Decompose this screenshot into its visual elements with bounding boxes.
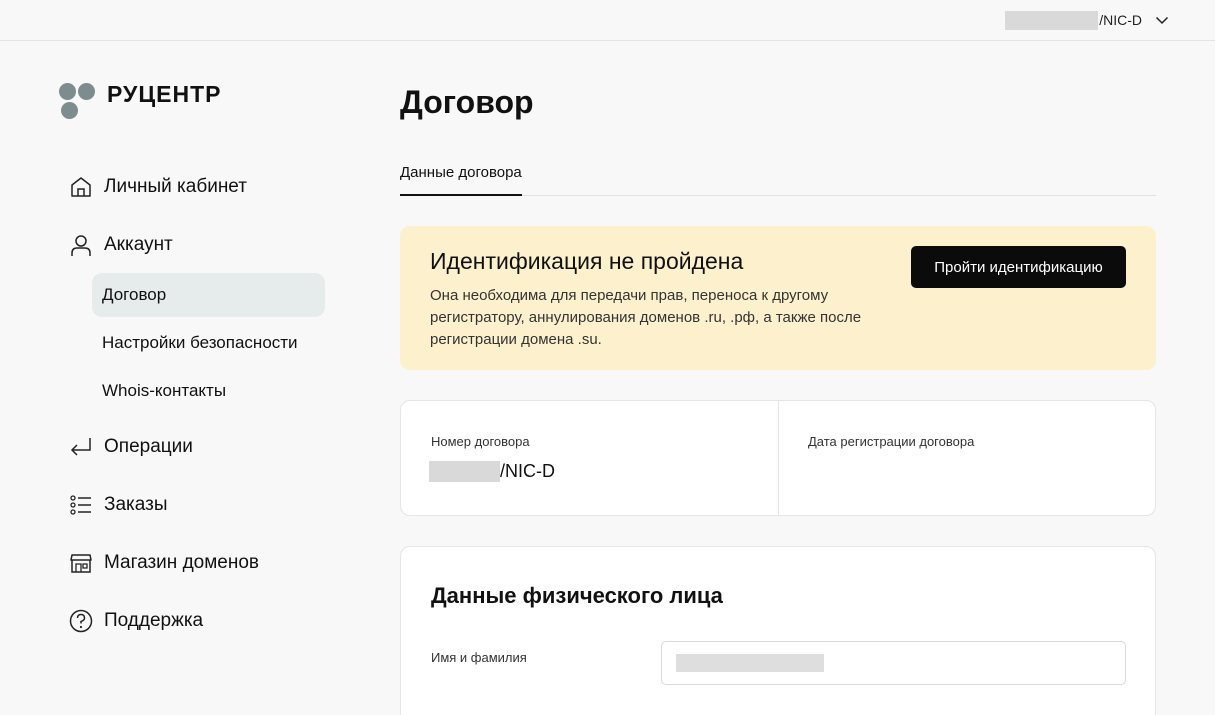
personal-data-card: Данные физического лица Имя и фамилия: [400, 546, 1156, 715]
name-field[interactable]: [661, 641, 1126, 685]
contract-date-label: Дата регистрации договора: [808, 434, 975, 449]
identification-alert: Идентификация не пройдена Она необходима…: [400, 226, 1156, 370]
sidebar-item-orders[interactable]: Заказы: [68, 486, 168, 524]
sidebar-item-label: Заказы: [104, 494, 168, 515]
sidebar-item-account[interactable]: Аккаунт: [68, 226, 173, 264]
tab-bar: Данные договора: [400, 157, 1156, 196]
redacted-account-id: [1005, 10, 1099, 30]
redacted-contract-number: [429, 461, 500, 482]
sidebar-item-operations[interactable]: Операции: [68, 428, 193, 466]
sidebar-item-dashboard[interactable]: Личный кабинет: [68, 168, 247, 206]
top-bar: /NIC-D: [0, 0, 1215, 41]
contract-number-label: Номер договора: [431, 434, 530, 449]
logo-text: РУЦЕНТР: [107, 80, 222, 107]
account-switcher[interactable]: /NIC-D: [1005, 10, 1169, 30]
store-icon: [70, 554, 92, 573]
return-arrow-icon: [70, 438, 91, 456]
tab-contract-data[interactable]: Данные договора: [400, 157, 522, 196]
sidebar-subitem-whois-contacts[interactable]: Whois-контакты: [92, 369, 325, 413]
account-suffix: /NIC-D: [1099, 12, 1142, 28]
redacted-name-value: [676, 654, 824, 672]
page-title: Договор: [400, 84, 534, 120]
sidebar-subitem-security-settings[interactable]: Настройки безопасности: [92, 321, 325, 365]
card-divider: [778, 401, 779, 515]
alert-title: Идентификация не пройдена: [430, 248, 744, 274]
sidebar-item-label: Поддержка: [104, 610, 204, 631]
contract-info-card: Номер договора /NIC-D Дата регистрации д…: [400, 400, 1156, 516]
logo-dots-icon: [59, 83, 99, 123]
contract-number-suffix: /NIC-D: [500, 461, 555, 481]
sidebar-item-label: Аккаунт: [104, 234, 173, 255]
alert-text: Она необходима для передачи прав, перено…: [430, 287, 862, 348]
contract-number-value: /NIC-D: [429, 461, 555, 482]
ru-center-logo[interactable]: РУЦЕНТР: [59, 80, 222, 123]
sidebar-item-label: Операции: [104, 436, 193, 457]
sidebar-subitem-contract[interactable]: Договор: [92, 273, 325, 317]
home-icon: [71, 177, 91, 197]
sidebar-item-support[interactable]: Поддержка: [68, 602, 203, 640]
help-circle-icon: [69, 609, 93, 633]
chevron-down-icon[interactable]: [1155, 13, 1169, 27]
name-field-label: Имя и фамилия: [431, 650, 527, 665]
sidebar-item-label: Магазин доменов: [104, 552, 260, 573]
list-icon: [70, 495, 91, 515]
sidebar-item-domain-store[interactable]: Магазин доменов: [68, 544, 259, 582]
user-icon: [71, 235, 91, 256]
start-identification-button[interactable]: Пройти идентификацию: [911, 246, 1126, 288]
section-title: Данные физического лица: [431, 583, 723, 608]
sidebar-item-label: Личный кабинет: [104, 176, 247, 197]
